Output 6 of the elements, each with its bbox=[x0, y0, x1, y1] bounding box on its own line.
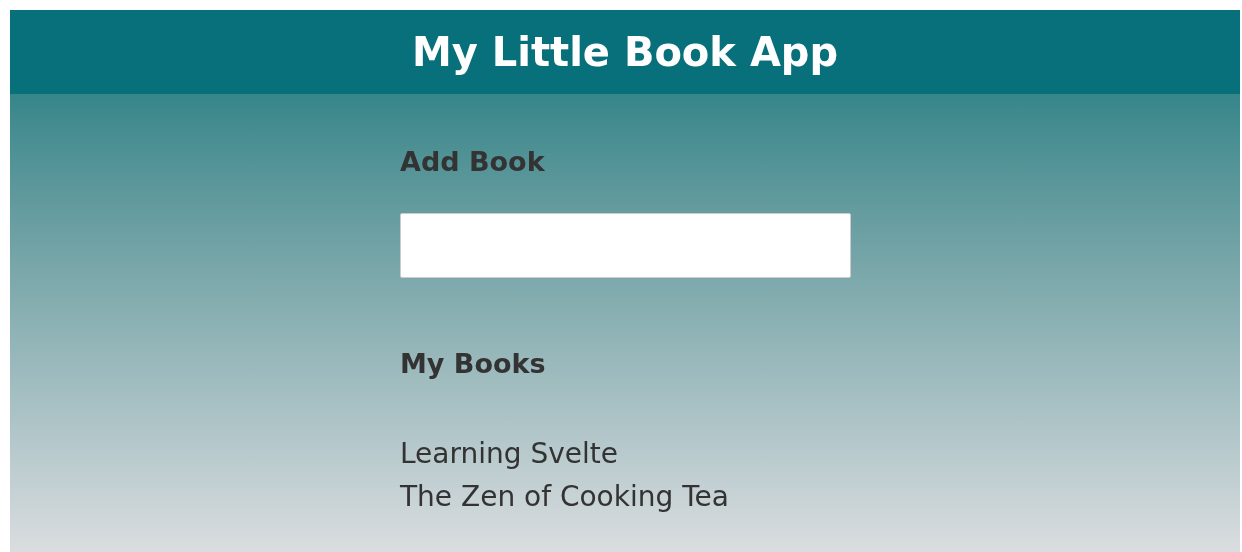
app-title: My Little Book App bbox=[411, 28, 839, 77]
book-title: Learning Svelte bbox=[400, 436, 618, 472]
book-title: The Zen of Cooking Tea bbox=[400, 479, 729, 515]
section-heading: Add Book bbox=[400, 145, 545, 179]
input-field[interactable] bbox=[400, 212, 851, 278]
section-heading: My Books bbox=[400, 346, 546, 381]
